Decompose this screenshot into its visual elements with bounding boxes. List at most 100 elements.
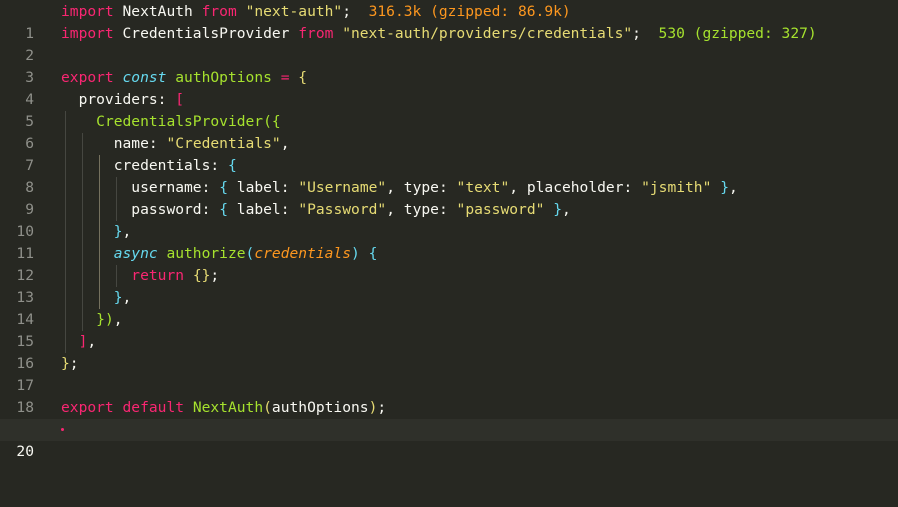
property-key: type xyxy=(403,201,439,218)
punctuation: , xyxy=(386,201,395,218)
property-key: password xyxy=(131,201,202,218)
punctuation: : xyxy=(438,179,448,196)
punctuation: : xyxy=(148,135,158,152)
keyword: default xyxy=(122,399,185,416)
identifier: NextAuth xyxy=(122,3,193,20)
code-line-14[interactable]: 14 }, xyxy=(0,287,898,328)
identifier: CredentialsProvider xyxy=(122,25,290,42)
brace: { xyxy=(271,113,281,130)
string-literal: "next-auth/providers/credentials" xyxy=(342,25,633,42)
code-line-17[interactable]: 17 }; xyxy=(0,353,898,394)
punctuation: ; xyxy=(210,267,220,284)
code-line-15[interactable]: 15 }), xyxy=(0,309,898,350)
string-literal: "text" xyxy=(456,179,510,196)
paren: ( xyxy=(245,245,255,262)
line-content: password: { label: "Password", type: "pa… xyxy=(61,199,571,221)
punctuation: , xyxy=(122,289,132,306)
brace: { xyxy=(219,179,228,196)
code-line-19[interactable]: 19 export default NextAuth(authOptions); xyxy=(0,397,898,438)
brace: } xyxy=(96,311,105,328)
line-content: credentials: { xyxy=(61,155,237,177)
code-line-4[interactable]: 4 export const authOptions = { xyxy=(0,67,898,108)
punctuation: : xyxy=(623,179,633,196)
punctuation: ; xyxy=(69,355,79,372)
brace: } xyxy=(720,179,729,196)
punctuation: , xyxy=(728,179,738,196)
line-content: providers: [ xyxy=(61,89,184,111)
line-number: 20 xyxy=(16,443,34,460)
parameter: credentials xyxy=(254,245,351,262)
string-literal: "Credentials" xyxy=(166,135,281,152)
code-line-20[interactable]: 20 xyxy=(0,419,898,460)
punctuation: , xyxy=(386,179,395,196)
code-line-12[interactable]: 12 async authorize(credentials) { xyxy=(0,243,898,284)
code-line-9[interactable]: 9 username: { label: "Username", type: "… xyxy=(0,177,898,218)
string-literal: "Password" xyxy=(298,201,387,218)
punctuation: : xyxy=(280,179,290,196)
keyword: return xyxy=(131,267,185,284)
line-content: CredentialsProvider({ xyxy=(61,111,281,133)
line-content: export default NextAuth(authOptions); xyxy=(61,397,386,419)
punctuation: ; xyxy=(342,3,352,20)
bracket: [ xyxy=(175,91,185,108)
line-content: import CredentialsProvider from "next-au… xyxy=(61,23,817,45)
paren: ( xyxy=(263,399,272,416)
property-key: placeholder xyxy=(526,179,624,196)
code-line-18[interactable]: 18 xyxy=(0,375,898,416)
line-content: }; xyxy=(61,353,79,375)
line-content: async authorize(credentials) { xyxy=(61,243,378,265)
line-content: return {}; xyxy=(61,265,219,287)
function-call: NextAuth xyxy=(192,399,264,416)
line-content: username: { label: "Username", type: "te… xyxy=(61,177,738,199)
line-content: export const authOptions = { xyxy=(61,67,307,89)
code-line-11[interactable]: 11 }, xyxy=(0,221,898,262)
code-line-5[interactable]: 5 providers: [ xyxy=(0,89,898,130)
string-literal: "password" xyxy=(456,201,545,218)
code-line-13[interactable]: 13 return {}; xyxy=(0,265,898,306)
code-editor[interactable]: 1 import NextAuth from "next-auth"; 316.… xyxy=(0,0,898,460)
line-content: }, xyxy=(61,287,132,309)
punctuation: : xyxy=(201,179,211,196)
paren: ( xyxy=(263,113,272,130)
storage-keyword: const xyxy=(122,69,167,86)
line-content: }, xyxy=(61,221,132,243)
keyword: export xyxy=(61,399,114,416)
punctuation: : xyxy=(210,157,220,174)
identifier: authOptions xyxy=(271,399,369,416)
brace: { xyxy=(298,69,308,86)
punctuation: : xyxy=(438,201,448,218)
punctuation: , xyxy=(113,311,123,328)
code-line-16[interactable]: 16 ], xyxy=(0,331,898,372)
code-line-2[interactable]: 2 import CredentialsProvider from "next-… xyxy=(0,23,898,64)
property-key: credentials xyxy=(113,157,211,174)
code-line-1[interactable]: 1 import NextAuth from "next-auth"; 316.… xyxy=(0,1,898,42)
code-line-10[interactable]: 10 password: { label: "Password", type: … xyxy=(0,199,898,240)
brace: } xyxy=(113,289,123,306)
punctuation: , xyxy=(280,135,290,152)
property-key: label xyxy=(236,179,281,196)
punctuation: ; xyxy=(632,25,641,42)
property-key: username xyxy=(131,179,202,196)
paren: ) xyxy=(104,311,114,328)
paren: ) xyxy=(350,245,360,262)
keyword: export xyxy=(61,69,114,86)
keyword: from xyxy=(201,3,237,20)
brace: { xyxy=(227,157,237,174)
brace: } xyxy=(61,355,70,372)
keyword: import xyxy=(61,25,114,42)
object-literal: {} xyxy=(192,267,211,284)
string-literal: "Username" xyxy=(298,179,387,196)
punctuation: , xyxy=(122,223,132,240)
property-key: name xyxy=(113,135,149,152)
code-line-3[interactable]: 3 xyxy=(0,45,898,86)
function-call: CredentialsProvider xyxy=(96,113,264,130)
line-content: import NextAuth from "next-auth"; 316.3k… xyxy=(61,1,571,23)
code-line-7[interactable]: 7 name: "Credentials", xyxy=(0,133,898,174)
brace: { xyxy=(368,245,378,262)
code-line-6[interactable]: 6 CredentialsProvider({ xyxy=(0,111,898,152)
punctuation: , xyxy=(87,333,97,350)
property-key: label xyxy=(236,201,281,218)
string-literal: "next-auth" xyxy=(245,3,343,20)
cursor-marker-icon xyxy=(61,428,64,431)
code-line-8[interactable]: 8 credentials: { xyxy=(0,155,898,196)
